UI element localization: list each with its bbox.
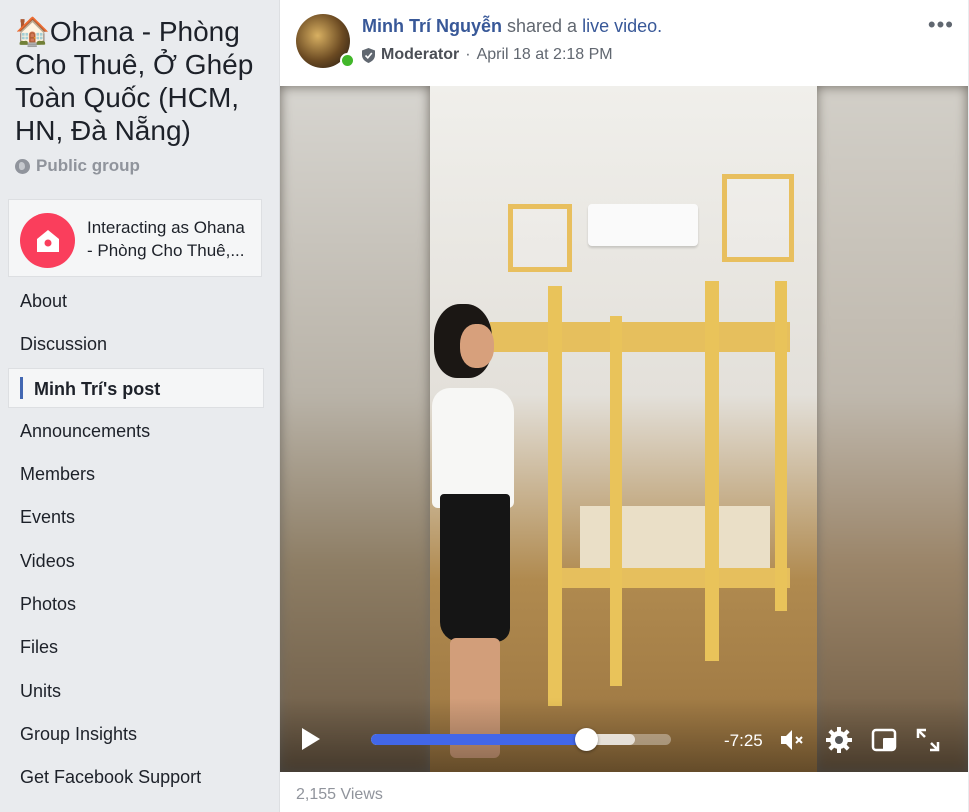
nav-item-discussion[interactable]: Discussion (8, 324, 264, 364)
picture-in-picture-icon[interactable] (870, 726, 898, 754)
group-title[interactable]: 🏠Ohana - Phòng Cho Thuê, Ở Ghép Toàn Quố… (15, 15, 265, 147)
moderator-badge-icon (362, 47, 375, 63)
person-skirt (440, 494, 510, 642)
view-count: 2,155 Views (296, 786, 383, 803)
bed-post-3 (775, 281, 787, 611)
wall-shelf-right (722, 174, 794, 262)
bed-post-2 (705, 281, 719, 661)
video-player[interactable]: -7:25 (280, 86, 968, 772)
settings-gear-icon[interactable] (825, 726, 853, 754)
nav-item-files[interactable]: Files (8, 627, 264, 667)
ohana-logo-icon (36, 229, 59, 252)
interacting-line-1: Interacting as Ohana (87, 218, 245, 237)
online-status-dot (340, 53, 355, 68)
group-nav: About Discussion Minh Trí's post Announc… (8, 281, 264, 801)
interacting-as-switcher[interactable]: Interacting as Ohana - Phòng Cho Thuê,..… (8, 199, 262, 277)
meta-separator: · (465, 46, 471, 63)
nav-item-about[interactable]: About (8, 281, 264, 321)
bunk-bed-mattress (580, 506, 770, 576)
group-privacy-label: Public group (36, 156, 140, 175)
post-timestamp[interactable]: April 18 at 2:18 PM (477, 46, 613, 64)
author-name-link[interactable]: Minh Trí Nguyễn (362, 16, 502, 36)
post-headline: Minh Trí Nguyễn shared a live video. (362, 16, 662, 37)
group-privacy: Public group (15, 156, 140, 176)
person-shirt (432, 388, 514, 508)
nav-item-announcements[interactable]: Announcements (8, 411, 264, 451)
nav-item-current-post[interactable]: Minh Trí's post (8, 367, 264, 408)
nav-item-units[interactable]: Units (8, 671, 264, 711)
nav-item-photos[interactable]: Photos (8, 584, 264, 624)
video-blur-left (280, 86, 430, 772)
video-progress-bar[interactable] (371, 734, 671, 745)
group-sidebar: 🏠Ohana - Phòng Cho Thuê, Ở Ghép Toàn Quố… (0, 0, 272, 812)
group-title-text: Ohana - Phòng Cho Thuê, Ở Ghép Toàn Quốc… (15, 16, 254, 146)
post-header: Minh Trí Nguyễn shared a live video. Mod… (280, 0, 968, 86)
play-icon[interactable] (302, 728, 320, 750)
bunk-bed-bottom (550, 568, 790, 588)
post-meta: Moderator · April 18 at 2:18 PM (362, 46, 613, 64)
page-avatar (20, 213, 75, 268)
interacting-line-2: - Phòng Cho Thuê,... (87, 241, 245, 260)
wall-shelf-left (508, 204, 572, 272)
post-card: Minh Trí Nguyễn shared a live video. Mod… (279, 0, 968, 812)
action-text: shared a (502, 16, 583, 36)
globe-icon (15, 158, 30, 174)
nav-item-group-insights[interactable]: Group Insights (8, 714, 264, 754)
live-video-link[interactable]: live video. (582, 16, 662, 36)
nav-item-facebook-support[interactable]: Get Facebook Support (8, 757, 264, 797)
nav-item-videos[interactable]: Videos (8, 541, 264, 581)
volume-muted-icon[interactable] (777, 726, 805, 754)
more-options-icon[interactable]: ••• (928, 12, 954, 38)
person-face (460, 324, 494, 368)
interacting-as-text: Interacting as Ohana - Phòng Cho Thuê,..… (87, 216, 257, 262)
nav-item-members[interactable]: Members (8, 454, 264, 494)
video-blur-right (816, 86, 968, 772)
nav-item-events[interactable]: Events (8, 497, 264, 537)
house-emoji-icon: 🏠 (15, 16, 50, 47)
bunk-bed-top (490, 322, 790, 352)
bed-post-1 (548, 286, 562, 706)
post-footer: 2,155 Views (280, 772, 968, 812)
air-conditioner (588, 204, 698, 246)
remaining-time: -7:25 (724, 731, 763, 750)
moderator-label: Moderator (381, 46, 460, 63)
ladder-rail (610, 316, 622, 686)
fullscreen-icon[interactable] (914, 726, 942, 754)
played-bar (371, 734, 586, 745)
video-frame (430, 86, 817, 772)
video-controls: -7:25 (280, 698, 968, 772)
progress-scrubber-handle[interactable] (574, 728, 598, 751)
